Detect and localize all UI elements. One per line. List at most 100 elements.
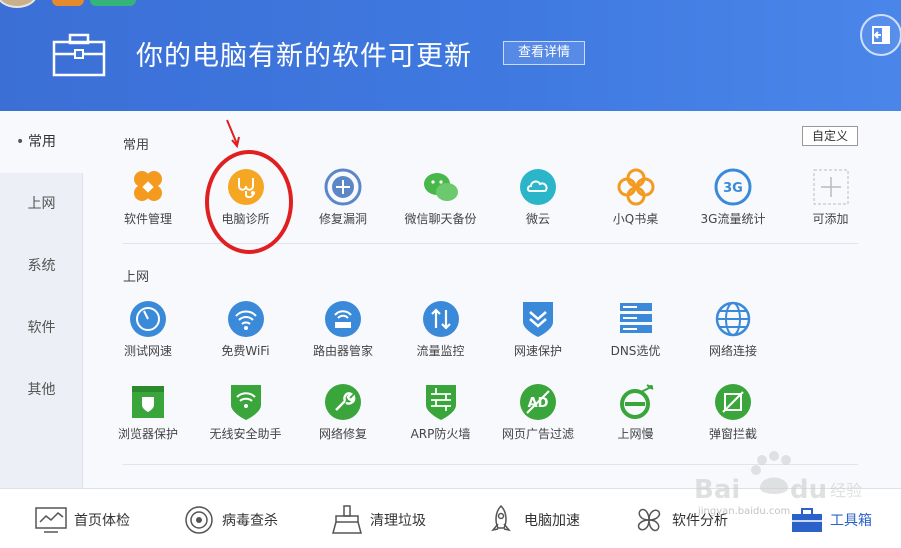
tool-item[interactable]: 3G 3G流量统计 — [685, 168, 781, 228]
firewall-icon — [425, 385, 456, 420]
browser-shield-icon — [132, 386, 164, 418]
tool-item[interactable]: 微云 — [490, 168, 586, 228]
monitor-chart-icon — [35, 507, 67, 533]
svg-text:3G: 3G — [723, 181, 743, 196]
tool-label: 网络连接 — [708, 344, 757, 358]
wrench-icon — [325, 384, 361, 420]
nav-speed-up[interactable]: 电脑加速 — [484, 505, 580, 535]
nav-label: 清理垃圾 — [370, 513, 426, 529]
cloud-icon — [520, 169, 556, 205]
sidebar-item-internet[interactable]: 上网 — [0, 173, 83, 235]
tool-label: ARP防火墙 — [410, 427, 471, 441]
tool-item[interactable]: DNS选优 — [588, 300, 684, 360]
tool-label: 流量监控 — [416, 344, 465, 358]
sidebar-item-other[interactable]: 其他 — [0, 359, 83, 421]
tool-label: 无线安全助手 — [209, 427, 282, 441]
tool-item[interactable]: 路由器管家 — [295, 300, 391, 360]
nav-clean-junk[interactable]: 清理垃圾 — [330, 505, 426, 535]
tool-label: 网速保护 — [513, 344, 562, 358]
tool-item[interactable]: 小Q书桌 — [588, 168, 684, 228]
watermark-url: jingyan.baidu.com — [698, 506, 791, 517]
nav-home-check[interactable]: 首页体检 — [34, 505, 130, 535]
tool-item[interactable]: 网速保护 — [490, 300, 586, 360]
nav-label: 首页体检 — [74, 513, 130, 529]
tool-label: 微云 — [525, 212, 550, 226]
clover-icon — [134, 171, 162, 201]
tool-item[interactable]: 无线安全助手 — [198, 383, 294, 443]
sidebar-item-software[interactable]: 软件 — [0, 297, 83, 359]
tool-item[interactable]: 流量监控 — [393, 300, 489, 360]
toolbox-large-icon — [52, 33, 106, 77]
flower-icon — [617, 168, 654, 206]
tool-item[interactable]: 网络连接 — [685, 300, 781, 360]
status-badge — [90, 0, 136, 6]
tool-item[interactable]: 电脑诊所 — [198, 168, 294, 228]
wifi-shield-icon — [230, 385, 261, 420]
nav-label: 病毒查杀 — [222, 513, 278, 529]
pinwheel-icon — [637, 508, 661, 532]
tool-label: 电脑诊所 — [221, 212, 270, 226]
tool-label: 路由器管家 — [312, 344, 373, 358]
tool-item[interactable]: 浏览器保护 — [100, 383, 196, 443]
wifi-icon — [227, 301, 264, 337]
tool-item[interactable]: 微信聊天备份 — [393, 168, 489, 228]
section-title-internet: 上网 — [123, 270, 150, 285]
nav-toolbox[interactable]: 工具箱 — [790, 505, 872, 535]
tool-item[interactable]: 网络修复 — [295, 383, 391, 443]
globe-icon — [715, 301, 751, 337]
shield-chevron-icon — [523, 302, 553, 337]
traffic-icon — [422, 301, 459, 337]
tool-item[interactable]: 免费WiFi — [198, 300, 294, 360]
customize-button[interactable]: 自定义 — [802, 126, 858, 146]
nav-label: 电脑加速 — [524, 513, 580, 529]
server-icon — [619, 303, 652, 333]
tool-label: DNS选优 — [610, 344, 661, 358]
exit-icon — [872, 26, 890, 44]
tool-label: 网络修复 — [318, 427, 367, 441]
tool-item[interactable]: 上网慢 — [588, 383, 684, 443]
tool-item[interactable]: 弹窗拦截 — [685, 383, 781, 443]
tool-label: 软件管理 — [123, 212, 172, 226]
section-divider — [123, 243, 858, 244]
speedometer-icon — [130, 301, 166, 337]
tool-item[interactable]: ARP防火墙 — [393, 383, 489, 443]
section-divider — [123, 464, 858, 465]
tool-label: 小Q书桌 — [612, 212, 659, 226]
3g-icon: 3G — [714, 168, 752, 206]
tool-label: 测试网速 — [123, 344, 172, 358]
tool-label: 弹窗拦截 — [708, 427, 757, 441]
router-icon — [325, 301, 361, 337]
stethoscope-icon — [227, 169, 264, 205]
tool-item[interactable]: 测试网速 — [100, 300, 196, 360]
level-badge — [52, 0, 84, 6]
tool-item[interactable]: 修复漏洞 — [295, 168, 391, 228]
exit-button[interactable] — [860, 14, 901, 56]
tool-label: 修复漏洞 — [318, 212, 367, 226]
nav-virus-scan[interactable]: 病毒查杀 — [182, 505, 278, 535]
tool-label: 网页广告过滤 — [501, 427, 574, 441]
category-sidebar: 常用 上网 系统 软件 其他 — [0, 111, 84, 488]
toolbox-icon — [792, 508, 822, 532]
tools-panel: 常用 自定义 软件管理 电脑诊所 修复漏洞 微信聊天备份 微云 小Q书桌 3G 3G流量统计 可… — [83, 111, 901, 488]
section-title-common: 常用 — [123, 138, 150, 153]
sidebar-item-system[interactable]: 系统 — [0, 235, 83, 297]
tool-item[interactable]: 软件管理 — [100, 168, 196, 228]
ie-icon — [619, 384, 654, 419]
wechat-icon — [423, 173, 458, 201]
target-icon — [185, 506, 213, 534]
ad-block-icon: AD — [520, 384, 556, 420]
tool-item[interactable]: 可添加 — [783, 168, 879, 228]
tool-label: 微信聊天备份 — [404, 212, 477, 226]
popup-block-icon — [715, 384, 751, 420]
bottom-navigation: 首页体检 病毒查杀 清理垃圾 电脑加速 软件分析 工具箱 — [0, 488, 901, 548]
tool-item[interactable]: AD 网页广告过滤 — [490, 383, 586, 443]
header-banner: 你的电脑有新的软件可更新 查看详情 — [0, 0, 901, 111]
sidebar-item-common[interactable]: 常用 — [0, 111, 84, 173]
plus-icon — [813, 169, 848, 205]
user-avatar[interactable] — [0, 0, 38, 8]
view-details-button[interactable]: 查看详情 — [503, 41, 585, 65]
tool-label: 上网慢 — [617, 427, 654, 441]
update-headline: 你的电脑有新的软件可更新 — [136, 41, 472, 72]
patch-icon — [324, 168, 362, 206]
broom-icon — [332, 505, 362, 534]
